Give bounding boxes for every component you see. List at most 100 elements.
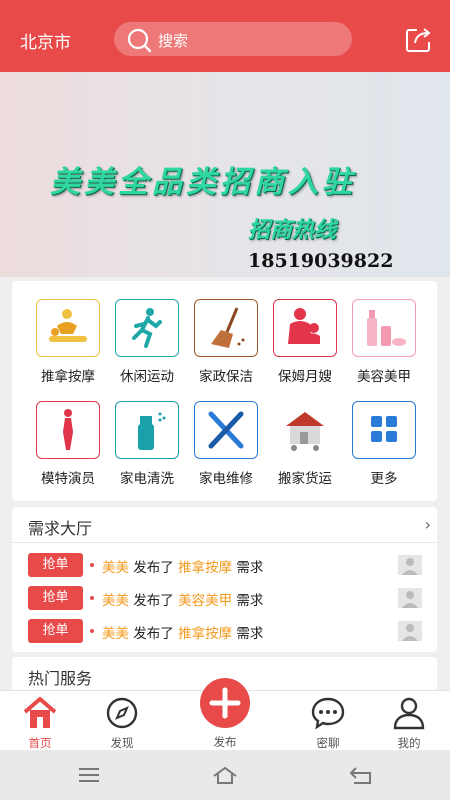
promo-banner[interactable]: 美美全品类招商入驻 招商热线 18519039822: [0, 72, 450, 277]
demand-row: 抢单 美美 发布了 推拿按摩 需求: [12, 617, 437, 645]
avatar-placeholder-icon: [402, 591, 418, 608]
demand-text: 美美 发布了 美容美甲 需求: [102, 589, 263, 609]
demand-row: 抢单 美美 发布了 美容美甲 需求: [12, 584, 437, 612]
divider: [12, 542, 437, 543]
grid-more-icon: [371, 416, 397, 442]
home-icon: [23, 697, 57, 728]
tab-chat[interactable]: 密聊: [298, 691, 358, 751]
tab-label: 发现: [110, 736, 134, 750]
search-bar[interactable]: 搜索: [114, 22, 352, 56]
demand-text: 美美 发布了 推拿按摩 需求: [102, 556, 263, 576]
bullet-dot: [90, 563, 94, 567]
home-nav-icon[interactable]: [212, 764, 238, 786]
banner-subtitle: 招商热线: [248, 217, 337, 243]
grab-order-button[interactable]: 抢单: [28, 586, 83, 610]
user-icon: [393, 697, 425, 730]
category-label: 更多: [370, 471, 398, 487]
system-nav-bar: [0, 750, 450, 800]
avatar[interactable]: [398, 588, 422, 608]
back-icon[interactable]: [348, 764, 374, 786]
category-icon-box: [115, 401, 179, 459]
demand-text: 美美 发布了 推拿按摩 需求: [102, 622, 263, 642]
category-label: 家政保洁: [199, 369, 253, 385]
category-icon-box: [36, 299, 100, 357]
bullet-dot: [90, 596, 94, 600]
tab-label: 我的: [397, 736, 421, 750]
category-appliance-cleaning[interactable]: 家电清洗: [105, 401, 185, 501]
category-housekeeping[interactable]: 家政保洁: [184, 299, 264, 399]
cosmetics-icon: [367, 310, 406, 346]
publish-label: 发布: [213, 735, 237, 749]
search-icon: [127, 28, 152, 53]
category-nanny[interactable]: 保姆月嫂: [263, 299, 343, 399]
demand-user[interactable]: 美美: [102, 593, 129, 609]
banner-title: 美美全品类招商入驻: [50, 165, 356, 200]
top-bar: 北京市 搜索: [0, 0, 450, 72]
broom-icon: [211, 307, 245, 348]
moving-house-icon: [286, 412, 324, 451]
category-icon-box: [115, 299, 179, 357]
grab-order-button[interactable]: 抢单: [28, 619, 83, 643]
demand-service[interactable]: 推拿按摩: [178, 626, 232, 642]
tab-label: 首页: [28, 736, 52, 750]
chevron-right-icon[interactable]: ›: [425, 515, 431, 534]
tools-icon: [208, 411, 244, 449]
tab-label: 密聊: [316, 736, 340, 750]
search-placeholder: 搜索: [158, 32, 189, 50]
demand-user[interactable]: 美美: [102, 626, 129, 642]
share-icon[interactable]: [404, 26, 434, 54]
category-label: 搬家货运: [278, 471, 332, 487]
category-icon-box: [36, 401, 100, 459]
category-icon-box: [194, 299, 258, 357]
demand-row: 抢单 美美 发布了 推拿按摩 需求: [12, 551, 437, 579]
category-label: 推拿按摩: [41, 369, 95, 385]
massage-icon: [49, 309, 87, 342]
category-beauty[interactable]: 美容美甲: [342, 299, 422, 399]
category-appliance-repair[interactable]: 家电维修: [184, 401, 264, 501]
compass-icon: [106, 697, 138, 729]
grab-order-button[interactable]: 抢单: [28, 553, 83, 577]
demand-service[interactable]: 推拿按摩: [178, 560, 232, 576]
demand-suffix: 需求: [236, 560, 264, 576]
category-label: 美容美甲: [357, 369, 411, 385]
category-label: 保姆月嫂: [278, 369, 332, 385]
category-icon-box: [273, 401, 337, 459]
avatar[interactable]: [398, 621, 422, 641]
demand-hall: 需求大厅 › 抢单 美美 发布了 推拿按摩 需求 抢单 美美 发布了 美容美甲 …: [12, 507, 437, 652]
city-selector[interactable]: 北京市: [20, 28, 71, 53]
spray-icon: [138, 412, 166, 450]
category-grid: 推拿按摩 休闲运动 家政保洁 保姆月嫂 美容美甲 模特演员 家电清洗 家电维修 …: [12, 281, 437, 501]
category-icon-box: [352, 299, 416, 357]
category-icon-box: [352, 401, 416, 459]
category-label: 家电维修: [199, 471, 253, 487]
avatar[interactable]: [398, 555, 422, 575]
category-moving[interactable]: 搬家货运: [263, 401, 343, 501]
category-more[interactable]: 更多: [342, 401, 422, 501]
nanny-icon: [288, 308, 320, 344]
category-label: 家电清洗: [120, 471, 174, 487]
demand-user[interactable]: 美美: [102, 560, 129, 576]
menu-icon[interactable]: [76, 764, 102, 786]
tab-home[interactable]: 首页: [10, 691, 70, 751]
tab-discover[interactable]: 发现: [92, 691, 152, 751]
demand-verb: 发布了: [133, 593, 174, 609]
category-icon-box: [194, 401, 258, 459]
publish-button[interactable]: [200, 678, 250, 728]
runner-icon: [132, 308, 162, 348]
demand-service[interactable]: 美容美甲: [178, 593, 232, 609]
chat-bubble-icon: [311, 697, 345, 730]
tab-me[interactable]: 我的: [379, 691, 439, 751]
demand-suffix: 需求: [236, 593, 264, 609]
plus-icon: [209, 687, 241, 719]
category-label: 休闲运动: [120, 369, 174, 385]
demand-verb: 发布了: [133, 560, 174, 576]
category-sports[interactable]: 休闲运动: [105, 299, 185, 399]
demand-verb: 发布了: [133, 626, 174, 642]
category-model[interactable]: 模特演员: [26, 401, 106, 501]
demand-suffix: 需求: [236, 626, 264, 642]
category-massage[interactable]: 推拿按摩: [26, 299, 106, 399]
category-icon-box: [273, 299, 337, 357]
category-label: 模特演员: [41, 471, 95, 487]
banner-phone: 18519039822: [248, 250, 394, 272]
bullet-dot: [90, 629, 94, 633]
